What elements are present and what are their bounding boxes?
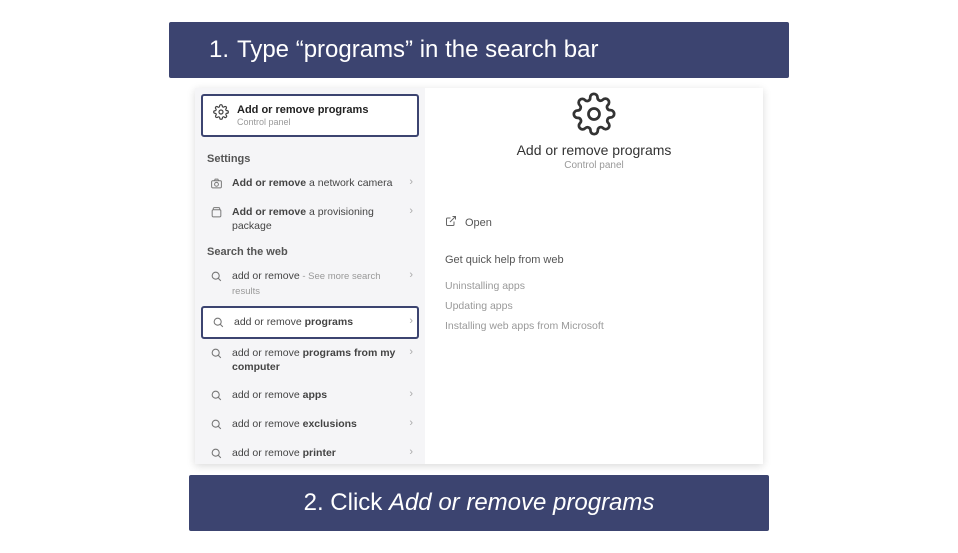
web-result-4[interactable]: add or remove exclusions › (195, 410, 425, 439)
best-match-item[interactable]: Add or remove programs Control panel (201, 94, 419, 137)
help-link-1[interactable]: Updating apps (445, 296, 743, 316)
settings-result-camera[interactable]: Add or remove a network camera › (195, 169, 425, 198)
chevron-right-icon: › (409, 176, 413, 188)
web-result-5[interactable]: add or remove printer › (195, 439, 425, 464)
best-match-subtitle: Control panel (237, 117, 368, 127)
chevron-right-icon: › (409, 417, 413, 429)
instruction-banner-1: 1.Type “programs” in the search bar (169, 22, 789, 78)
search-icon (209, 388, 224, 403)
help-link-2[interactable]: Installing web apps from Microsoft (445, 316, 743, 336)
search-icon (209, 417, 224, 432)
package-icon (209, 205, 224, 220)
results-pane: Add or remove programs Control panel Set… (195, 88, 425, 464)
settings-result-package[interactable]: Add or remove a provisioning package › (195, 198, 425, 240)
web-result-label: add or remove programs from my computer (232, 346, 401, 374)
open-icon (445, 215, 457, 230)
chevron-right-icon: › (409, 446, 413, 458)
chevron-right-icon: › (409, 269, 413, 281)
gear-icon-large (572, 92, 616, 136)
web-result-1[interactable]: add or remove programs › (201, 306, 419, 339)
help-header: Get quick help from web (445, 254, 743, 266)
detail-title: Add or remove programs (445, 142, 743, 158)
web-header: Search the web (195, 240, 425, 262)
search-icon (209, 346, 224, 361)
web-result-0[interactable]: add or remove - See more search results › (195, 262, 425, 306)
settings-header: Settings (195, 147, 425, 169)
gear-icon (213, 104, 229, 125)
help-link-0[interactable]: Uninstalling apps (445, 276, 743, 296)
best-match-title: Add or remove programs (237, 104, 368, 116)
instruction-banner-2: 2. Click Add or remove programs (189, 475, 769, 531)
web-result-label: add or remove programs (234, 315, 401, 329)
detail-pane: Add or remove programs Control panel Ope… (425, 88, 763, 464)
search-icon (209, 269, 224, 284)
web-result-label: add or remove - See more search results (232, 269, 401, 299)
camera-icon (209, 176, 224, 191)
chevron-right-icon: › (409, 388, 413, 400)
chevron-right-icon: › (409, 346, 413, 358)
search-icon (209, 446, 224, 461)
web-result-label: add or remove printer (232, 446, 401, 460)
web-result-2[interactable]: add or remove programs from my computer › (195, 339, 425, 381)
chevron-right-icon: › (409, 315, 413, 327)
web-result-label: add or remove exclusions (232, 417, 401, 431)
detail-subtitle: Control panel (445, 160, 743, 171)
web-result-label: add or remove apps (232, 388, 401, 402)
search-icon (211, 315, 226, 330)
search-window: Add or remove programs Control panel Set… (195, 88, 763, 464)
chevron-right-icon: › (409, 205, 413, 217)
open-action[interactable]: Open (445, 209, 743, 236)
web-result-3[interactable]: add or remove apps › (195, 381, 425, 410)
